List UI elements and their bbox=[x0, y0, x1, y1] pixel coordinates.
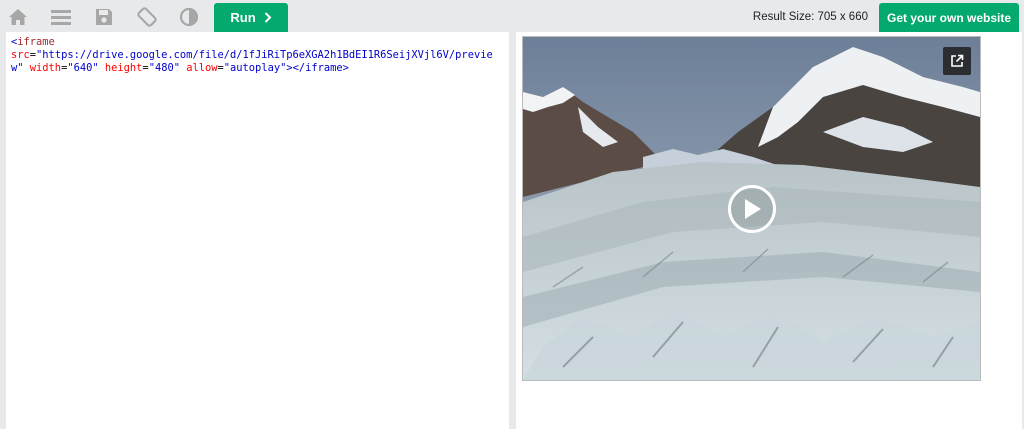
code-editor[interactable]: <iframe src="https://drive.google.com/fi… bbox=[6, 32, 509, 429]
toolbar: Run Result Size: 705 x 660 Get your own … bbox=[0, 0, 1024, 32]
code-value-width: "640" bbox=[67, 62, 99, 74]
run-button-label: Run bbox=[230, 10, 256, 25]
save-icon[interactable] bbox=[94, 7, 114, 27]
menu-icon[interactable] bbox=[51, 7, 71, 27]
home-icon[interactable] bbox=[8, 7, 28, 27]
result-size-label: Result Size: 705 x 660 bbox=[752, 11, 868, 23]
play-icon[interactable] bbox=[728, 185, 776, 233]
run-button[interactable]: Run bbox=[214, 3, 288, 32]
open-in-new-icon[interactable] bbox=[943, 47, 971, 75]
get-website-button[interactable]: Get your own website bbox=[879, 3, 1019, 32]
code-close-tag: ></iframe> bbox=[286, 62, 349, 74]
result-panel bbox=[516, 32, 1022, 429]
code-value-height: "480" bbox=[148, 62, 180, 74]
contrast-icon[interactable] bbox=[179, 7, 199, 27]
code-attr-width: width bbox=[29, 62, 62, 74]
code-value-allow: "autoplay" bbox=[223, 62, 287, 74]
code-tag-name: iframe bbox=[17, 36, 55, 48]
code-attr-height: height bbox=[104, 62, 143, 74]
code-attr-src: src bbox=[11, 49, 30, 61]
video-player[interactable] bbox=[522, 36, 981, 381]
panel-divider[interactable] bbox=[509, 32, 516, 429]
chevron-right-icon bbox=[264, 12, 272, 23]
rotate-icon[interactable] bbox=[137, 7, 157, 27]
code-attr-allow: allow bbox=[186, 62, 218, 74]
code-content[interactable]: <iframe src="https://drive.google.com/fi… bbox=[6, 32, 509, 75]
